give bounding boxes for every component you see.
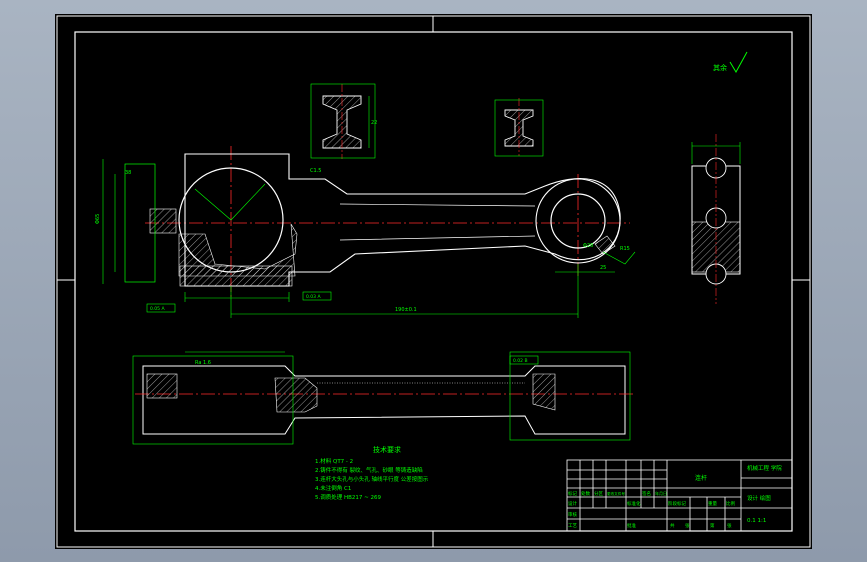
label-sign: 签名 bbox=[642, 490, 651, 497]
tol-frame-1-text: 0.05 A bbox=[150, 306, 165, 312]
ra-dim: Ra 1.6 bbox=[195, 360, 211, 366]
label-design: 设计 bbox=[568, 500, 577, 507]
section-b[interactable] bbox=[494, 98, 544, 157]
cad-viewport[interactable]: 其余 190±0.1 Φ65 38 Φ28 25 C1.5 R15 0.05 A… bbox=[0, 0, 867, 562]
side-view[interactable] bbox=[691, 134, 741, 304]
shank-rib bbox=[339, 203, 536, 241]
width-top-dim: 38 bbox=[125, 170, 131, 176]
label-total: 共 bbox=[670, 522, 675, 529]
notes-line-2: 2.铸件不得有 裂纹、气孔、砂眼 等铸造缺陷 bbox=[315, 466, 423, 474]
label-change: 更改文件号 bbox=[607, 491, 625, 496]
bottom-hatch-right bbox=[532, 373, 556, 411]
label-no: 第 bbox=[710, 522, 715, 529]
label-approve: 批准 bbox=[627, 522, 636, 529]
notes-line-5: 5.调质处理 HB217 ~ 269 bbox=[315, 493, 382, 501]
big-end-dim: Φ65 bbox=[95, 214, 101, 224]
label-review: 审核 bbox=[568, 511, 577, 518]
technical-notes: 技术要求 1.材料 QT7 - 2 2.铸件不得有 裂纹、气孔、砂眼 等铸造缺陷… bbox=[315, 445, 429, 501]
label-craft: 工艺 bbox=[568, 523, 577, 529]
label-standard: 标准化 bbox=[627, 500, 641, 507]
drawing-canvas[interactable]: 其余 190±0.1 Φ65 38 Φ28 25 C1.5 R15 0.05 A… bbox=[55, 14, 812, 549]
scale-value: 0.1 1:1 bbox=[747, 518, 766, 524]
notes-line-1: 1.材料 QT7 - 2 bbox=[315, 457, 353, 465]
tol-frame-3-text: 0.02 B bbox=[513, 358, 528, 364]
center-distance-dim: 190±0.1 bbox=[395, 307, 417, 313]
notes-line-4: 4.未注倒角 C1 bbox=[315, 484, 351, 492]
label-scale: 比例 bbox=[726, 500, 735, 507]
chamfer-dim: C1.5 bbox=[310, 168, 321, 174]
drawing-sheet: 其余 190±0.1 Φ65 38 Φ28 25 C1.5 R15 0.05 A… bbox=[55, 14, 812, 549]
tol-frame-2-text: 0.03 A bbox=[306, 294, 321, 300]
label-mark: 标记 bbox=[568, 490, 577, 497]
section-a[interactable]: 22 bbox=[310, 83, 377, 159]
r-small-dim: R15 bbox=[620, 246, 630, 252]
label-date: 年月日 bbox=[655, 490, 667, 496]
label-sheet: 张 bbox=[727, 522, 732, 529]
outer-border bbox=[56, 15, 811, 548]
part-name: 连杆 bbox=[695, 474, 707, 482]
notes-title: 技术要求 bbox=[373, 445, 401, 454]
section-a-h: 22 bbox=[371, 120, 377, 126]
front-view[interactable]: 190±0.1 Φ65 38 Φ28 25 C1.5 R15 0.05 A 0.… bbox=[95, 146, 636, 318]
small-end-dim: Φ28 bbox=[583, 243, 593, 249]
label-zone: 分区 bbox=[594, 490, 603, 497]
svg-text:其余: 其余 bbox=[713, 63, 727, 72]
label-sheets: 张 bbox=[685, 522, 690, 529]
bottom-view[interactable]: Ra 1.6 0.02 B bbox=[132, 351, 635, 445]
notes-line-3: 3.连杆大头孔与小头孔 轴线平行度 公差按图示 bbox=[315, 475, 429, 483]
label-stage: 阶段标记 bbox=[668, 500, 686, 507]
drawing-no: 设计 绘图 bbox=[747, 494, 771, 502]
hatch-left-boss bbox=[149, 208, 177, 234]
bottom-hatch-rib bbox=[274, 377, 318, 413]
width-right-dim: 25 bbox=[600, 265, 606, 271]
roughness-note: 其余 bbox=[713, 51, 748, 74]
label-count: 处数 bbox=[581, 490, 590, 497]
label-weight: 重量 bbox=[708, 500, 717, 507]
bottom-hatch-left bbox=[146, 373, 178, 399]
school-name: 机械工程 学院 bbox=[747, 464, 782, 472]
hatch-bolt-block bbox=[179, 265, 293, 287]
